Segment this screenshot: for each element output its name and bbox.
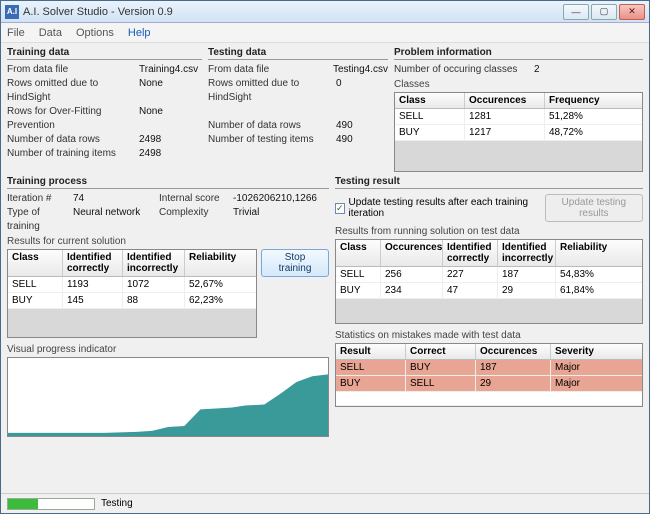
menu-options[interactable]: Options <box>76 27 114 39</box>
minimize-button[interactable]: — <box>563 4 589 20</box>
stop-training-button[interactable]: Stop training <box>261 249 329 277</box>
menu-help[interactable]: Help <box>128 27 151 39</box>
statusbar: Testing <box>1 493 649 513</box>
table-row: BUYSELL29Major <box>336 376 642 392</box>
training-process-panel: Training process Iteration # 74 Internal… <box>7 176 329 437</box>
testing-title: Testing data <box>208 47 388 60</box>
titlebar[interactable]: A.I A.I. Solver Studio - Version 0.9 — ▢… <box>1 1 649 23</box>
table-row: SELLBUY187Major <box>336 360 642 376</box>
menu-file[interactable]: File <box>7 27 25 39</box>
testing-result-panel: Testing result ✓ Update testing results … <box>335 176 643 407</box>
close-button[interactable]: ✕ <box>619 4 645 20</box>
table-row: SELL25622718754,83% <box>336 267 642 283</box>
menubar: File Data Options Help <box>1 23 649 43</box>
app-icon: A.I <box>5 5 19 19</box>
maximize-button[interactable]: ▢ <box>591 4 617 20</box>
progress-chart <box>7 357 329 437</box>
status-text: Testing <box>101 498 133 509</box>
update-checkbox[interactable]: ✓ Update testing results after each trai… <box>335 197 529 219</box>
testing-data-panel: Testing data From data fileTesting4.csv … <box>208 47 388 172</box>
update-results-button[interactable]: Update testing results <box>545 194 643 222</box>
training-title: Training data <box>7 47 202 60</box>
table-row: SELL128151,28% <box>395 109 642 125</box>
problem-info-panel: Problem information Number of occuring c… <box>394 47 643 172</box>
app-window: A.I A.I. Solver Studio - Version 0.9 — ▢… <box>0 0 650 514</box>
problem-title: Problem information <box>394 47 643 60</box>
mistakes-table: Result Correct Occurences Severity SELLB… <box>335 343 643 407</box>
progress-fill <box>8 499 38 509</box>
table-row: BUY1458862,23% <box>8 293 256 309</box>
check-icon: ✓ <box>335 203 345 214</box>
table-row: BUY234472961,84% <box>336 283 642 299</box>
classes-table: Class Occurences Frequency SELL128151,28… <box>394 92 643 172</box>
table-row: BUY121748,72% <box>395 125 642 141</box>
status-progress <box>7 498 95 510</box>
table-row: SELL1193107252,67% <box>8 277 256 293</box>
window-title: A.I. Solver Studio - Version 0.9 <box>23 6 563 18</box>
training-results-table: Class Identified correctly Identified in… <box>7 249 257 338</box>
menu-data[interactable]: Data <box>39 27 62 39</box>
testing-results-table: Class Occurences Identified correctly Id… <box>335 239 643 324</box>
training-data-panel: Training data From data fileTraining4.cs… <box>7 47 202 172</box>
